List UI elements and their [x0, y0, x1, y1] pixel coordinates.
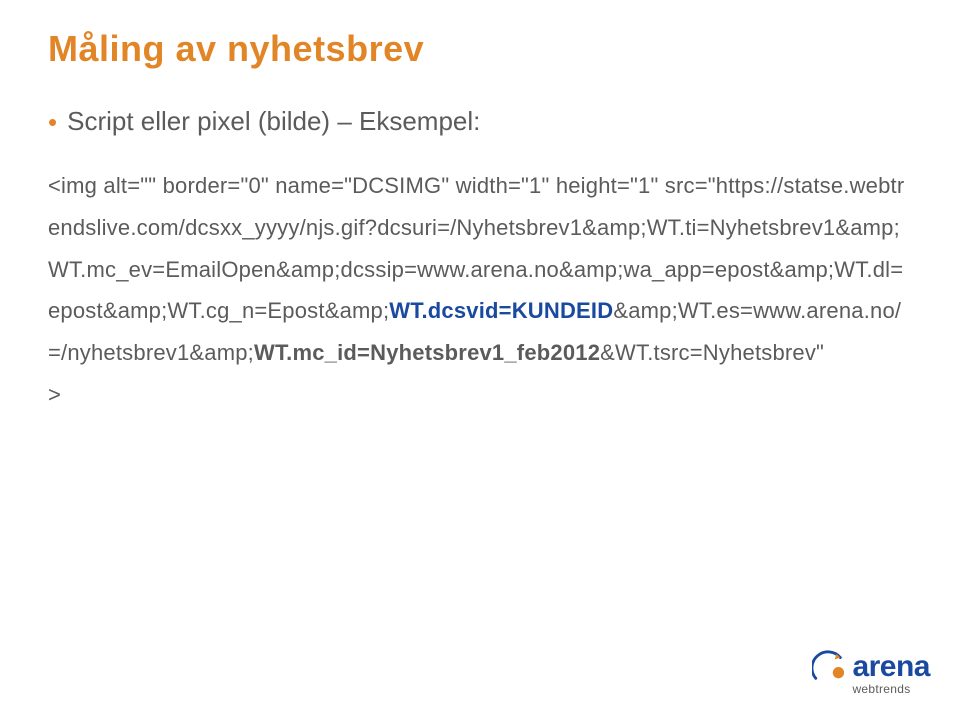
code-bold-2: WT.mc_id=Nyhetsbrev1_feb2012 — [254, 340, 600, 365]
code-plain-3: &WT.tsrc=Nyhetsbrev" — [600, 340, 824, 365]
code-block: <img alt="" border="0" name="DCSIMG" wid… — [48, 165, 912, 416]
brand-logo: arena webtrends — [812, 650, 930, 696]
brand-sub: webtrends — [852, 682, 910, 696]
slide: Måling av nyhetsbrev • Script eller pixe… — [0, 0, 960, 720]
slide-title: Måling av nyhetsbrev — [48, 28, 912, 70]
bullet-text: Script eller pixel (bilde) – Eksempel: — [67, 106, 480, 137]
bullet-item: • Script eller pixel (bilde) – Eksempel: — [48, 106, 912, 137]
code-closing: > — [48, 374, 912, 416]
content-area: • Script eller pixel (bilde) – Eksempel:… — [48, 106, 912, 416]
code-bold-1: WT.dcsvid=KUNDEID — [389, 298, 613, 323]
brand-text: arena webtrends — [852, 653, 930, 696]
arena-logo-icon — [812, 650, 846, 684]
bullet-marker: • — [48, 109, 57, 135]
brand-name: arena — [852, 653, 930, 680]
